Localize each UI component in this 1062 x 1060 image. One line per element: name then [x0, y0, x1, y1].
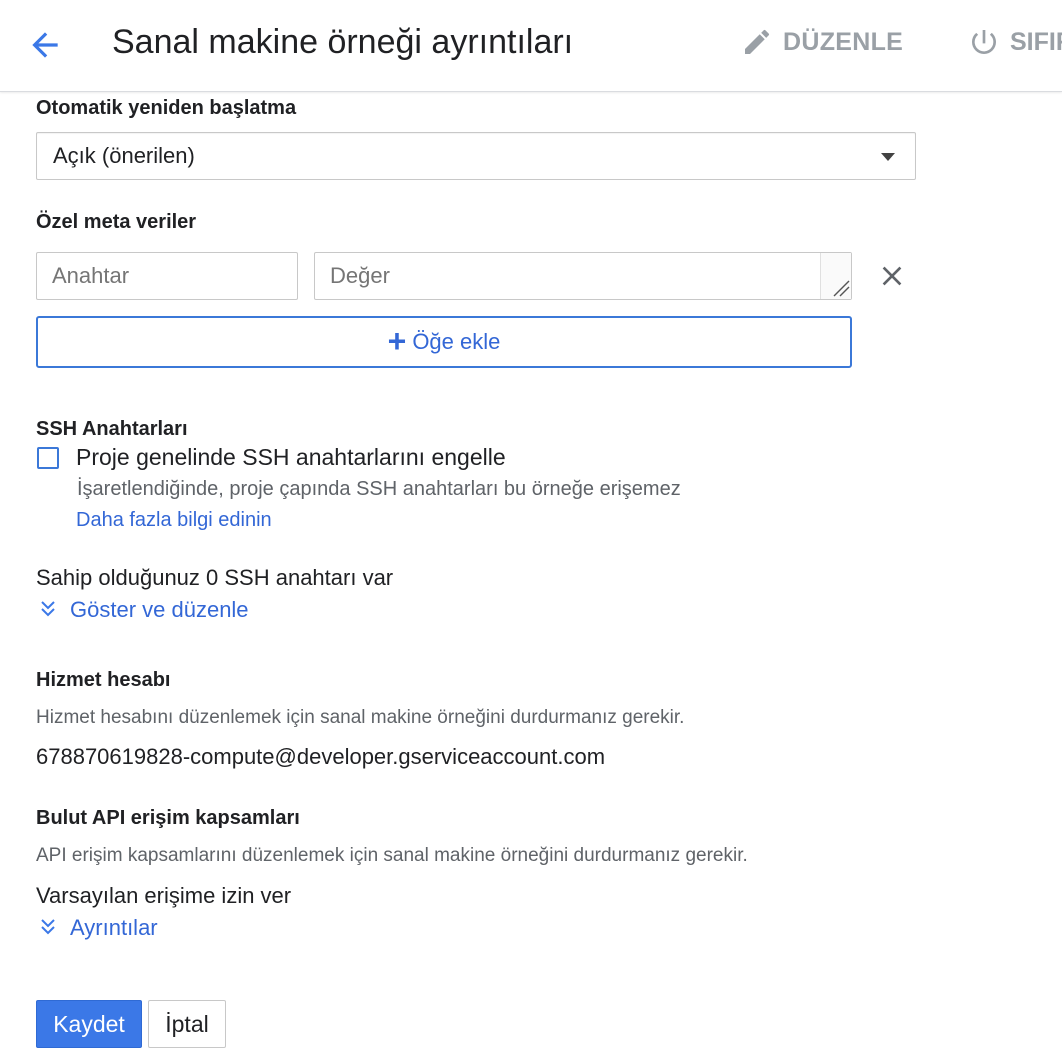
edit-button-label: DÜZENLE [783, 27, 904, 56]
api-scopes-value: Varsayılan erişime izin ver [36, 883, 292, 908]
edit-button[interactable]: DÜZENLE [741, 24, 903, 60]
save-button[interactable]: Kaydet [36, 1000, 142, 1048]
block-ssh-checkbox[interactable] [37, 447, 59, 469]
ssh-key-count: Sahip olduğunuz 0 SSH anahtarı var [36, 565, 394, 590]
learn-more-link[interactable]: Daha fazla bilgi edinin [76, 509, 272, 532]
metadata-key-input[interactable] [36, 252, 298, 300]
double-chevron-down-icon [41, 601, 55, 617]
api-scopes-label: Bulut API erişim kapsamları [36, 807, 300, 829]
metadata-label: Özel meta veriler [36, 211, 197, 233]
ssh-section-label: SSH Anahtarları [36, 418, 188, 440]
add-item-button[interactable]: + Öğe ekle [36, 316, 852, 368]
service-account-value: 678870619828-compute@developer.gservicea… [36, 744, 606, 769]
api-scopes-note: API erişim kapsamlarını düzenlemek için … [36, 845, 748, 866]
auto-restart-selected-value: Açık (önerilen) [53, 143, 195, 168]
dropdown-caret-icon [881, 153, 895, 161]
page-title: Sanal makine örneği ayrıntıları [112, 23, 574, 61]
resize-grip-icon [833, 280, 850, 297]
close-icon [882, 266, 902, 286]
back-button[interactable] [26, 26, 64, 64]
add-item-label: Öğe ekle [412, 329, 501, 354]
reset-button-label: SIFIR [1010, 27, 1062, 56]
show-edit-ssh-link[interactable]: Göster ve düzenle [70, 597, 249, 623]
reset-button[interactable]: SIFIR [968, 24, 1062, 60]
textarea-resize-handle[interactable] [820, 253, 851, 299]
api-scopes-details-link[interactable]: Ayrıntılar [70, 915, 158, 941]
remove-metadata-button[interactable] [876, 260, 908, 292]
block-ssh-description: İşaretlendiğinde, proje çapında SSH anah… [77, 478, 681, 500]
power-icon [972, 30, 996, 54]
block-ssh-label: Proje genelinde SSH anahtarlarını engell… [76, 444, 506, 470]
arrow-back-icon [32, 32, 58, 58]
page-header: Sanal makine örneği ayrıntıları DÜZENLE … [0, 0, 1062, 92]
auto-restart-label: Otomatik yeniden başlatma [36, 97, 297, 119]
service-account-label: Hizmet hesabı [36, 669, 171, 691]
auto-restart-select[interactable]: Açık (önerilen) [36, 132, 916, 180]
service-account-note: Hizmet hesabını düzenlemek için sanal ma… [36, 707, 685, 728]
pencil-icon [745, 29, 770, 54]
metadata-value-input[interactable] [314, 252, 852, 300]
double-chevron-down-icon [41, 919, 55, 935]
cancel-button[interactable]: İptal [148, 1000, 226, 1048]
plus-icon: + [387, 322, 407, 359]
